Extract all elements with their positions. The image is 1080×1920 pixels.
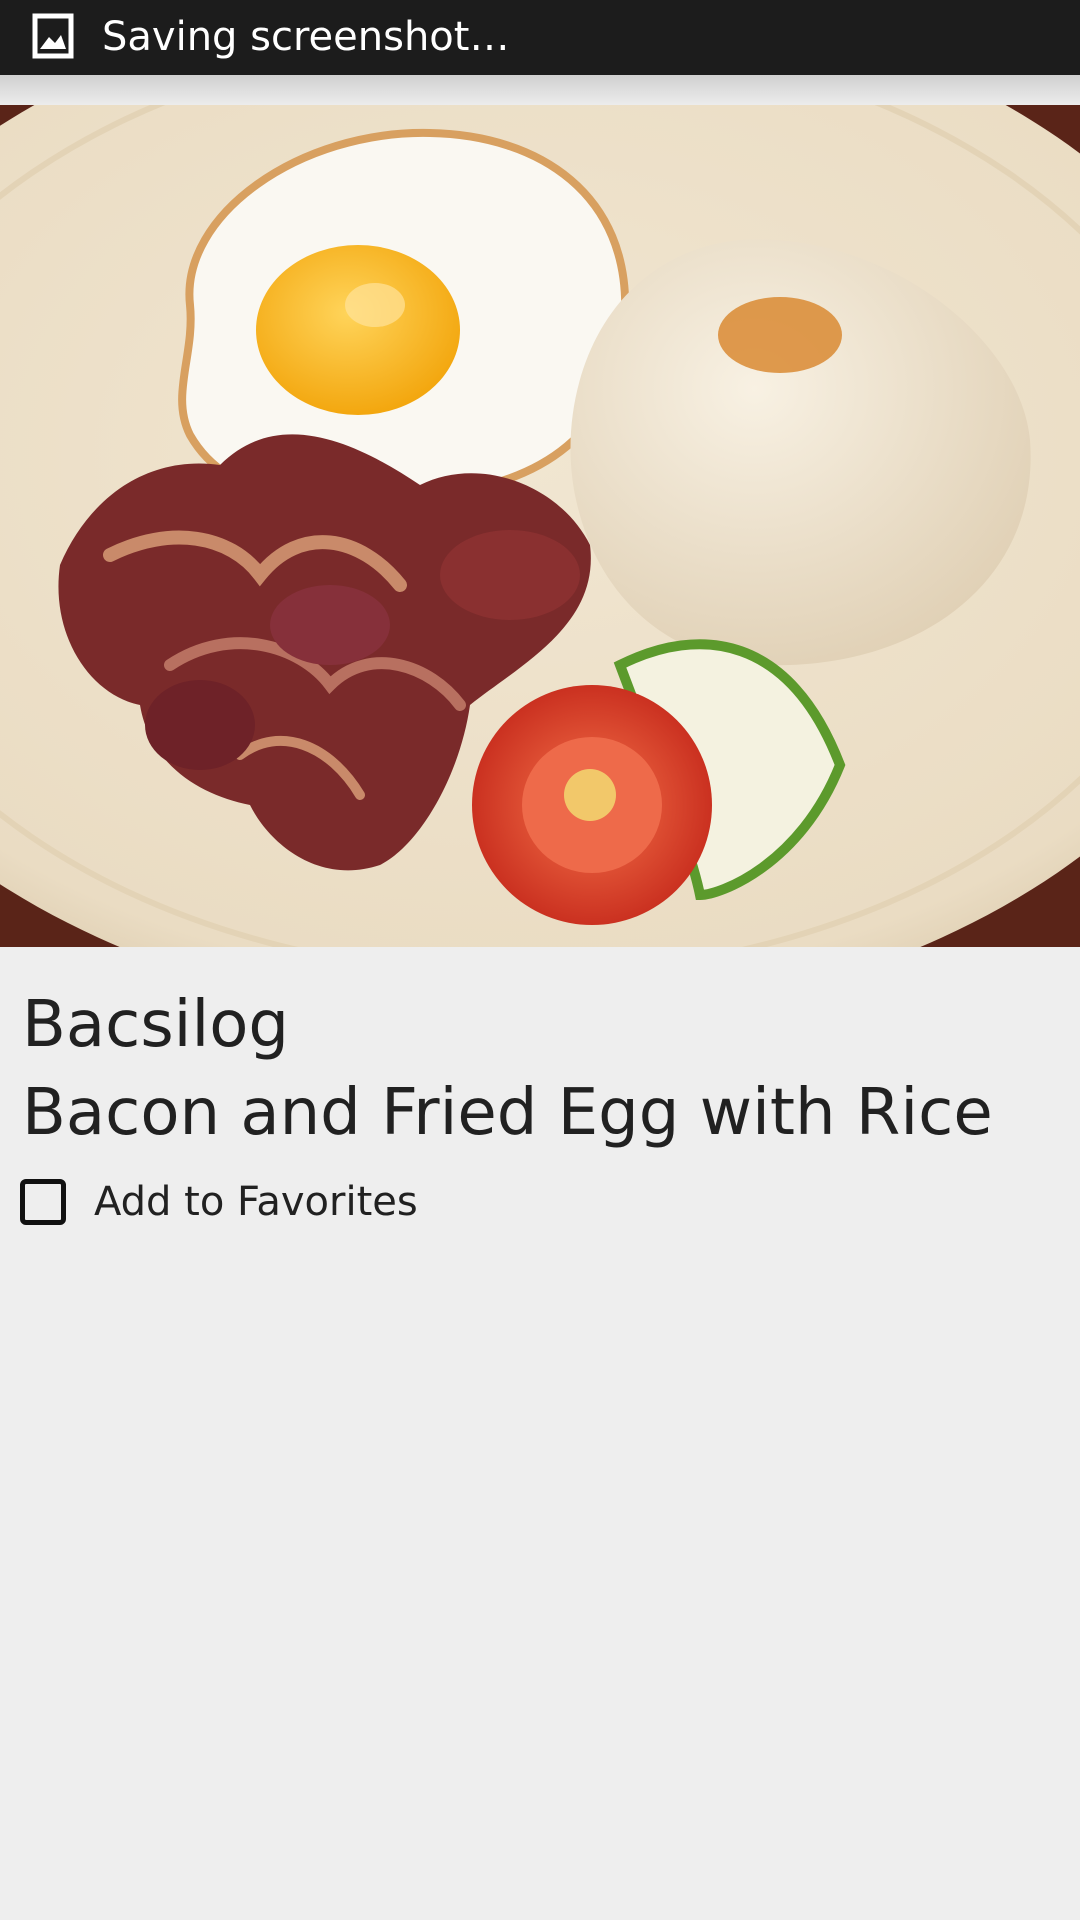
dish-name: Bacsilog: [22, 988, 289, 1062]
toolbar-shadow: [0, 75, 1080, 105]
checkbox-icon[interactable]: [20, 1179, 66, 1225]
add-to-favorites-checkbox[interactable]: Add to Favorites: [20, 1172, 418, 1232]
status-bar: Saving screenshot…: [0, 0, 1080, 75]
image-icon: [32, 13, 74, 59]
favorite-label: Add to Favorites: [94, 1179, 418, 1225]
dish-description: Bacon and Fried Egg with Rice: [22, 1076, 993, 1150]
status-text: Saving screenshot…: [102, 14, 510, 60]
dish-photo: [0, 105, 1080, 947]
